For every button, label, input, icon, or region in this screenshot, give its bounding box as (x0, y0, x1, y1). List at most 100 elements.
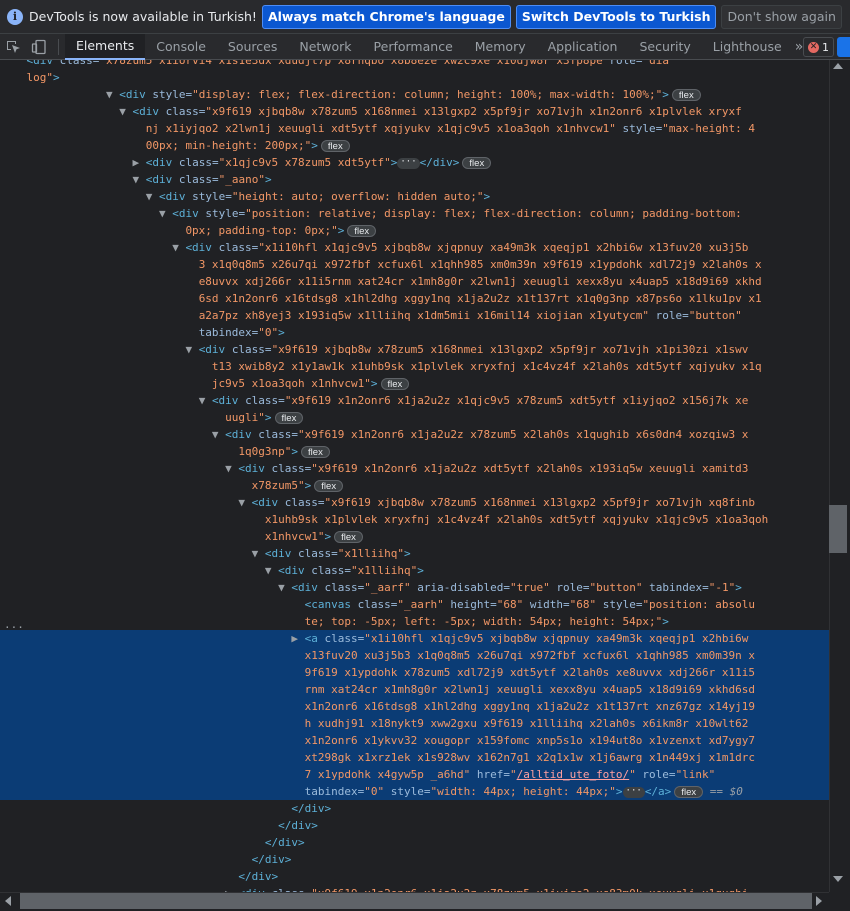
collapsed-content-ellipsis[interactable]: ··· (622, 786, 645, 798)
dom-tree-line[interactable]: ▼ <div style="height: auto; overflow: hi… (0, 188, 829, 205)
vertical-scrollbar[interactable] (829, 60, 850, 892)
dom-tree-line[interactable]: ▼ <div class="x1i10hfl x1qjc9v5 xjbqb8w … (0, 239, 829, 256)
flex-badge[interactable]: flex (320, 140, 350, 152)
dom-tree-line[interactable]: 00px; min-height: 200px;"> flex (0, 137, 829, 154)
switch-to-turkish-button[interactable]: Switch DevTools to Turkish (515, 4, 717, 29)
dom-tree-line[interactable]: </div> (0, 834, 829, 851)
always-match-language-button[interactable]: Always match Chrome's language (261, 4, 511, 29)
dom-tree-line[interactable]: ▼ <div class="x9f619 x1n2onr6 x1ja2u2z x… (0, 460, 829, 477)
dom-tree-line[interactable]: <canvas class="_aarh" height="68" width=… (0, 596, 829, 613)
dom-tree-line[interactable]: ▼ <div class="x1lliihq"> (0, 562, 829, 579)
dom-tree-line[interactable]: te; top: -5px; left: -5px; width: 54px; … (0, 613, 829, 630)
device-toolbar-icon[interactable] (26, 34, 52, 60)
href-link[interactable]: /alltid_ute_foto/ (517, 768, 630, 781)
expand-toggle-icon[interactable]: ▼ (106, 88, 119, 101)
scroll-right-icon[interactable] (816, 896, 822, 906)
dom-tree-line-selected[interactable]: rnm xat24cr x1mh8g0r x2lwn1j xeuugli xex… (0, 681, 829, 698)
dom-tree-line[interactable]: ▼ <div class="_aano"> (0, 171, 829, 188)
dom-tree-line[interactable]: 1q0g3np"> flex (0, 443, 829, 460)
expand-toggle-icon[interactable]: ▼ (172, 241, 185, 254)
scroll-left-icon[interactable] (5, 896, 11, 906)
dom-tree-line[interactable]: ▼ <div class="x9f619 xjbqb8w x78zum5 x16… (0, 341, 829, 358)
tab-lighthouse[interactable]: Lighthouse (702, 34, 793, 60)
selected-node-menu-icon[interactable]: ··· (4, 621, 24, 634)
collapsed-content-ellipsis[interactable]: ··· (397, 157, 420, 169)
scroll-down-icon[interactable] (833, 876, 843, 882)
settings-edge-button[interactable] (837, 37, 850, 57)
dom-tree-line-selected[interactable]: x13fuv20 xu3j5b3 x1q0q8m5 x26u7qi x972fb… (0, 647, 829, 664)
dom-tree-line-selected[interactable]: 7 x1ypdohk x4gyw5p _a6hd" href="/alltid_… (0, 766, 829, 783)
dom-tree-line[interactable]: x1nhvcw1"> flex (0, 528, 829, 545)
tab-sources[interactable]: Sources (217, 34, 288, 60)
expand-toggle-icon[interactable]: ▼ (252, 547, 265, 560)
expand-toggle-icon[interactable]: ▶ (291, 632, 304, 645)
dom-tree-line[interactable]: </div> (0, 868, 829, 885)
tab-network[interactable]: Network (288, 34, 362, 60)
dom-tree-line[interactable]: ▼ <div class="x9f619 xjbqb8w x78zum5 x16… (0, 494, 829, 511)
dom-tree-line[interactable]: ▼ <div class="x9f619 xjbqb8w x78zum5 x16… (0, 103, 829, 120)
dom-tree-line-selected[interactable]: ▶ <a class="x1i10hfl x1qjc9v5 xjbqb8w xj… (0, 630, 829, 647)
expand-toggle-icon[interactable]: ▼ (238, 496, 251, 509)
tab-security[interactable]: Security (628, 34, 701, 60)
tab-console[interactable]: Console (145, 34, 217, 60)
dom-tree-line[interactable]: log"> (0, 69, 829, 86)
vertical-scroll-thumb[interactable] (829, 505, 847, 553)
dom-tree-line-selected[interactable]: xt298gk x1xrz1ek x1s928wv x162n7g1 x2q1x… (0, 749, 829, 766)
dom-tree-line[interactable]: ▼ <div style="position: relative; displa… (0, 205, 829, 222)
dom-tree-line[interactable]: uugli"> flex (0, 409, 829, 426)
dom-tree-line[interactable]: t13 xwib8y2 x1y1aw1k x1uhb9sk x1plvlek x… (0, 358, 829, 375)
dom-tree-line[interactable]: ▼ <div class="x1lliihq"> (0, 545, 829, 562)
dom-tree[interactable]: <div class="x78zum5 x1iorvi4 x1s1e3dx xd… (0, 60, 829, 892)
dom-tree-line[interactable]: ▶ <div class="x9f619 x1n2onr6 x1ja2u2z x… (0, 885, 829, 892)
inspect-element-icon[interactable] (0, 34, 26, 60)
flex-badge[interactable]: flex (314, 480, 344, 492)
dom-tree-line[interactable]: nj x1iyjqo2 x2lwn1j xeuugli xdt5ytf xqjy… (0, 120, 829, 137)
expand-toggle-icon[interactable]: ▼ (199, 394, 212, 407)
expand-toggle-icon[interactable]: ▼ (278, 581, 291, 594)
horizontal-scroll-thumb[interactable] (20, 893, 812, 909)
dom-tree-line[interactable]: x78zum5"> flex (0, 477, 829, 494)
dom-tree-line-selected[interactable]: h xudhj91 x18nykt9 xww2gxu x9f619 x1llii… (0, 715, 829, 732)
expand-toggle-icon[interactable]: ▼ (185, 343, 198, 356)
dom-tree-line[interactable]: ▼ <div class="x9f619 x1n2onr6 x1ja2u2z x… (0, 392, 829, 409)
dom-tree-line-selected[interactable]: tabindex="0" style="width: 44px; height:… (0, 783, 829, 800)
flex-badge[interactable]: flex (274, 412, 304, 424)
error-count-badge[interactable]: ✕ 1 (803, 37, 834, 57)
dom-tree-line[interactable]: ▼ <div style="display: flex; flex-direct… (0, 86, 829, 103)
flex-badge[interactable]: flex (674, 786, 704, 798)
tab-application[interactable]: Application (537, 34, 629, 60)
dom-tree-line[interactable]: ▶ <div class="x1qjc9v5 x78zum5 xdt5ytf">… (0, 154, 829, 171)
dom-tree-line[interactable]: 3 x1q0q8m5 x26u7qi x972fbf xcfux6l x1qhh… (0, 256, 829, 273)
expand-toggle-icon[interactable]: ▼ (265, 564, 278, 577)
expand-toggle-icon[interactable]: ▼ (119, 105, 132, 118)
dom-tree-line[interactable]: </div> (0, 851, 829, 868)
dom-tree-line-selected[interactable]: 9f619 x1ypdohk x78zum5 xdl72j9 xdt5ytf x… (0, 664, 829, 681)
flex-badge[interactable]: flex (301, 446, 330, 458)
dom-tree-line[interactable]: </div> (0, 800, 829, 817)
dom-tree-line[interactable]: tabindex="0"> (0, 324, 829, 341)
dom-tree-line[interactable]: <div class="x78zum5 x1iorvi4 x1s1e3dx xd… (0, 60, 829, 69)
flex-badge[interactable]: flex (462, 157, 492, 169)
dom-tree-line[interactable]: jc9v5 x1oa3qoh x1nhvcw1"> flex (0, 375, 829, 392)
dom-tree-line[interactable]: x1uhb9sk x1plvlek xryxfnj x1c4vz4f x2lah… (0, 511, 829, 528)
expand-toggle-icon[interactable]: ▶ (132, 156, 145, 169)
dom-tree-line[interactable]: 0px; padding-top: 0px;"> flex (0, 222, 829, 239)
dom-tree-line-selected[interactable]: x1n2onr6 x16tdsg8 x1hl2dhg xggy1nq x1ja2… (0, 698, 829, 715)
tab-memory[interactable]: Memory (464, 34, 537, 60)
flex-badge[interactable]: flex (671, 89, 701, 101)
flex-badge[interactable]: flex (380, 378, 410, 390)
scroll-up-icon[interactable] (833, 63, 843, 69)
expand-toggle-icon[interactable]: ▼ (212, 428, 225, 441)
expand-toggle-icon[interactable]: ▼ (159, 207, 172, 220)
dom-tree-line[interactable]: ▼ <div class="x9f619 x1n2onr6 x1ja2u2z x… (0, 426, 829, 443)
dom-tree-line[interactable]: </div> (0, 817, 829, 834)
dom-tree-line-selected[interactable]: x1n2onr6 x1ykvv32 xougopr x159fomc xnp5s… (0, 732, 829, 749)
expand-toggle-icon[interactable]: ▼ (146, 190, 159, 203)
dom-tree-line[interactable]: 6sd x1n2onr6 x16tdsg8 x1hl2dhg xggy1nq x… (0, 290, 829, 307)
expand-toggle-icon[interactable]: ▼ (225, 462, 238, 475)
dom-tree-line[interactable]: a2a7pz xh8yej3 x193iq5w x1lliihq x1dm5mi… (0, 307, 829, 324)
tab-performance[interactable]: Performance (363, 34, 464, 60)
flex-badge[interactable]: flex (334, 531, 363, 543)
flex-badge[interactable]: flex (347, 225, 377, 237)
dom-tree-line[interactable]: e8uvvx xdj266r x11i5rnm xat24cr x1mh8g0r… (0, 273, 829, 290)
